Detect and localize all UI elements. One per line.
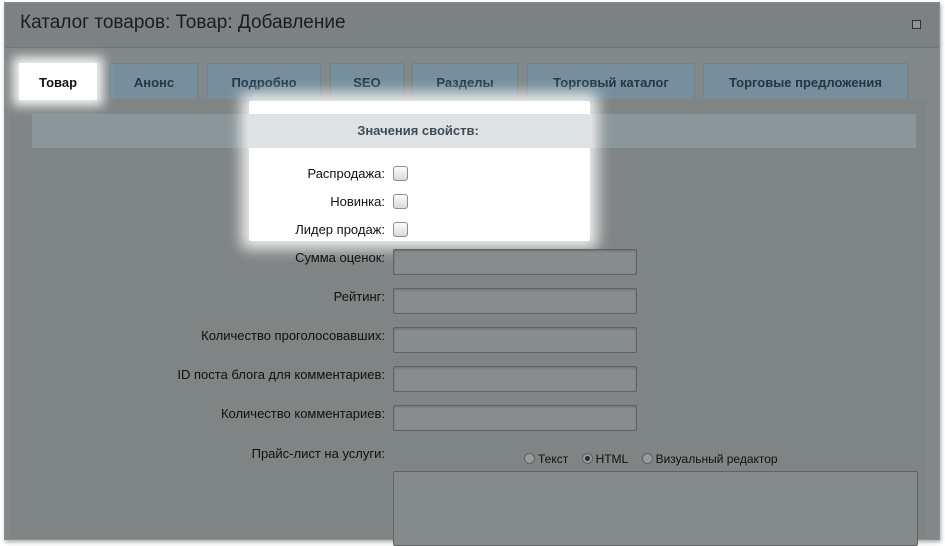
window-title: Каталог товаров: Товар: Добавление	[20, 12, 346, 33]
comments-count-label: Количество комментариев:	[220, 406, 385, 421]
voters-count-input[interactable]	[393, 327, 637, 353]
tab-preview[interactable]: Анонс	[110, 63, 198, 100]
rating-label: Рейтинг:	[333, 289, 385, 304]
title-bar: Каталог товаров: Товар: Добавление	[5, 3, 939, 48]
bestseller-label: Лидер продаж:	[295, 222, 385, 237]
tab-sections[interactable]: Разделы	[412, 63, 518, 100]
mode-html-radio[interactable]	[581, 452, 593, 464]
maximize-icon[interactable]	[912, 20, 921, 29]
tab-trade-catalog[interactable]: Торговый каталог	[527, 63, 695, 100]
mode-visual-option[interactable]: Визуальный редактор	[641, 451, 778, 466]
blog-post-id-label: ID поста блога для комментариев:	[177, 367, 385, 382]
rating-sum-label: Сумма оценок:	[295, 250, 385, 265]
comments-count-input[interactable]	[393, 405, 637, 431]
mode-html-label: HTML	[595, 451, 629, 466]
mode-text-label: Текст	[538, 451, 569, 466]
mode-visual-label: Визуальный редактор	[655, 451, 778, 466]
editor-mode-selector: Текст HTML Визуальный редактор	[524, 451, 788, 466]
tab-details[interactable]: Подробно	[207, 63, 321, 100]
mode-text-option[interactable]: Текст	[524, 452, 568, 466]
sale-label: Распродажа:	[307, 166, 385, 181]
mode-html-option[interactable]: HTML	[581, 451, 629, 466]
blog-post-id-input[interactable]	[393, 366, 637, 392]
sale-checkbox[interactable]	[393, 166, 408, 181]
price-list-textarea[interactable]	[393, 471, 918, 546]
tab-product[interactable]: Товар	[19, 63, 97, 100]
mode-visual-radio[interactable]	[641, 452, 653, 464]
rating-sum-input[interactable]	[393, 249, 637, 275]
bestseller-checkbox[interactable]	[393, 222, 408, 237]
section-title: Значения свойств:	[249, 114, 719, 148]
rating-input[interactable]	[393, 288, 637, 314]
new-checkbox[interactable]	[393, 194, 408, 209]
new-label: Новинка:	[330, 194, 385, 209]
mode-text-radio[interactable]	[524, 452, 535, 464]
tab-seo[interactable]: SEO	[330, 63, 404, 100]
price-list-label: Прайс-лист на услуги:	[251, 446, 385, 461]
section-title-text: Значения свойств:	[357, 123, 479, 138]
tab-trade-offers[interactable]: Торговые предложения	[703, 63, 908, 100]
voters-count-label: Количество проголосовавших:	[201, 328, 385, 343]
